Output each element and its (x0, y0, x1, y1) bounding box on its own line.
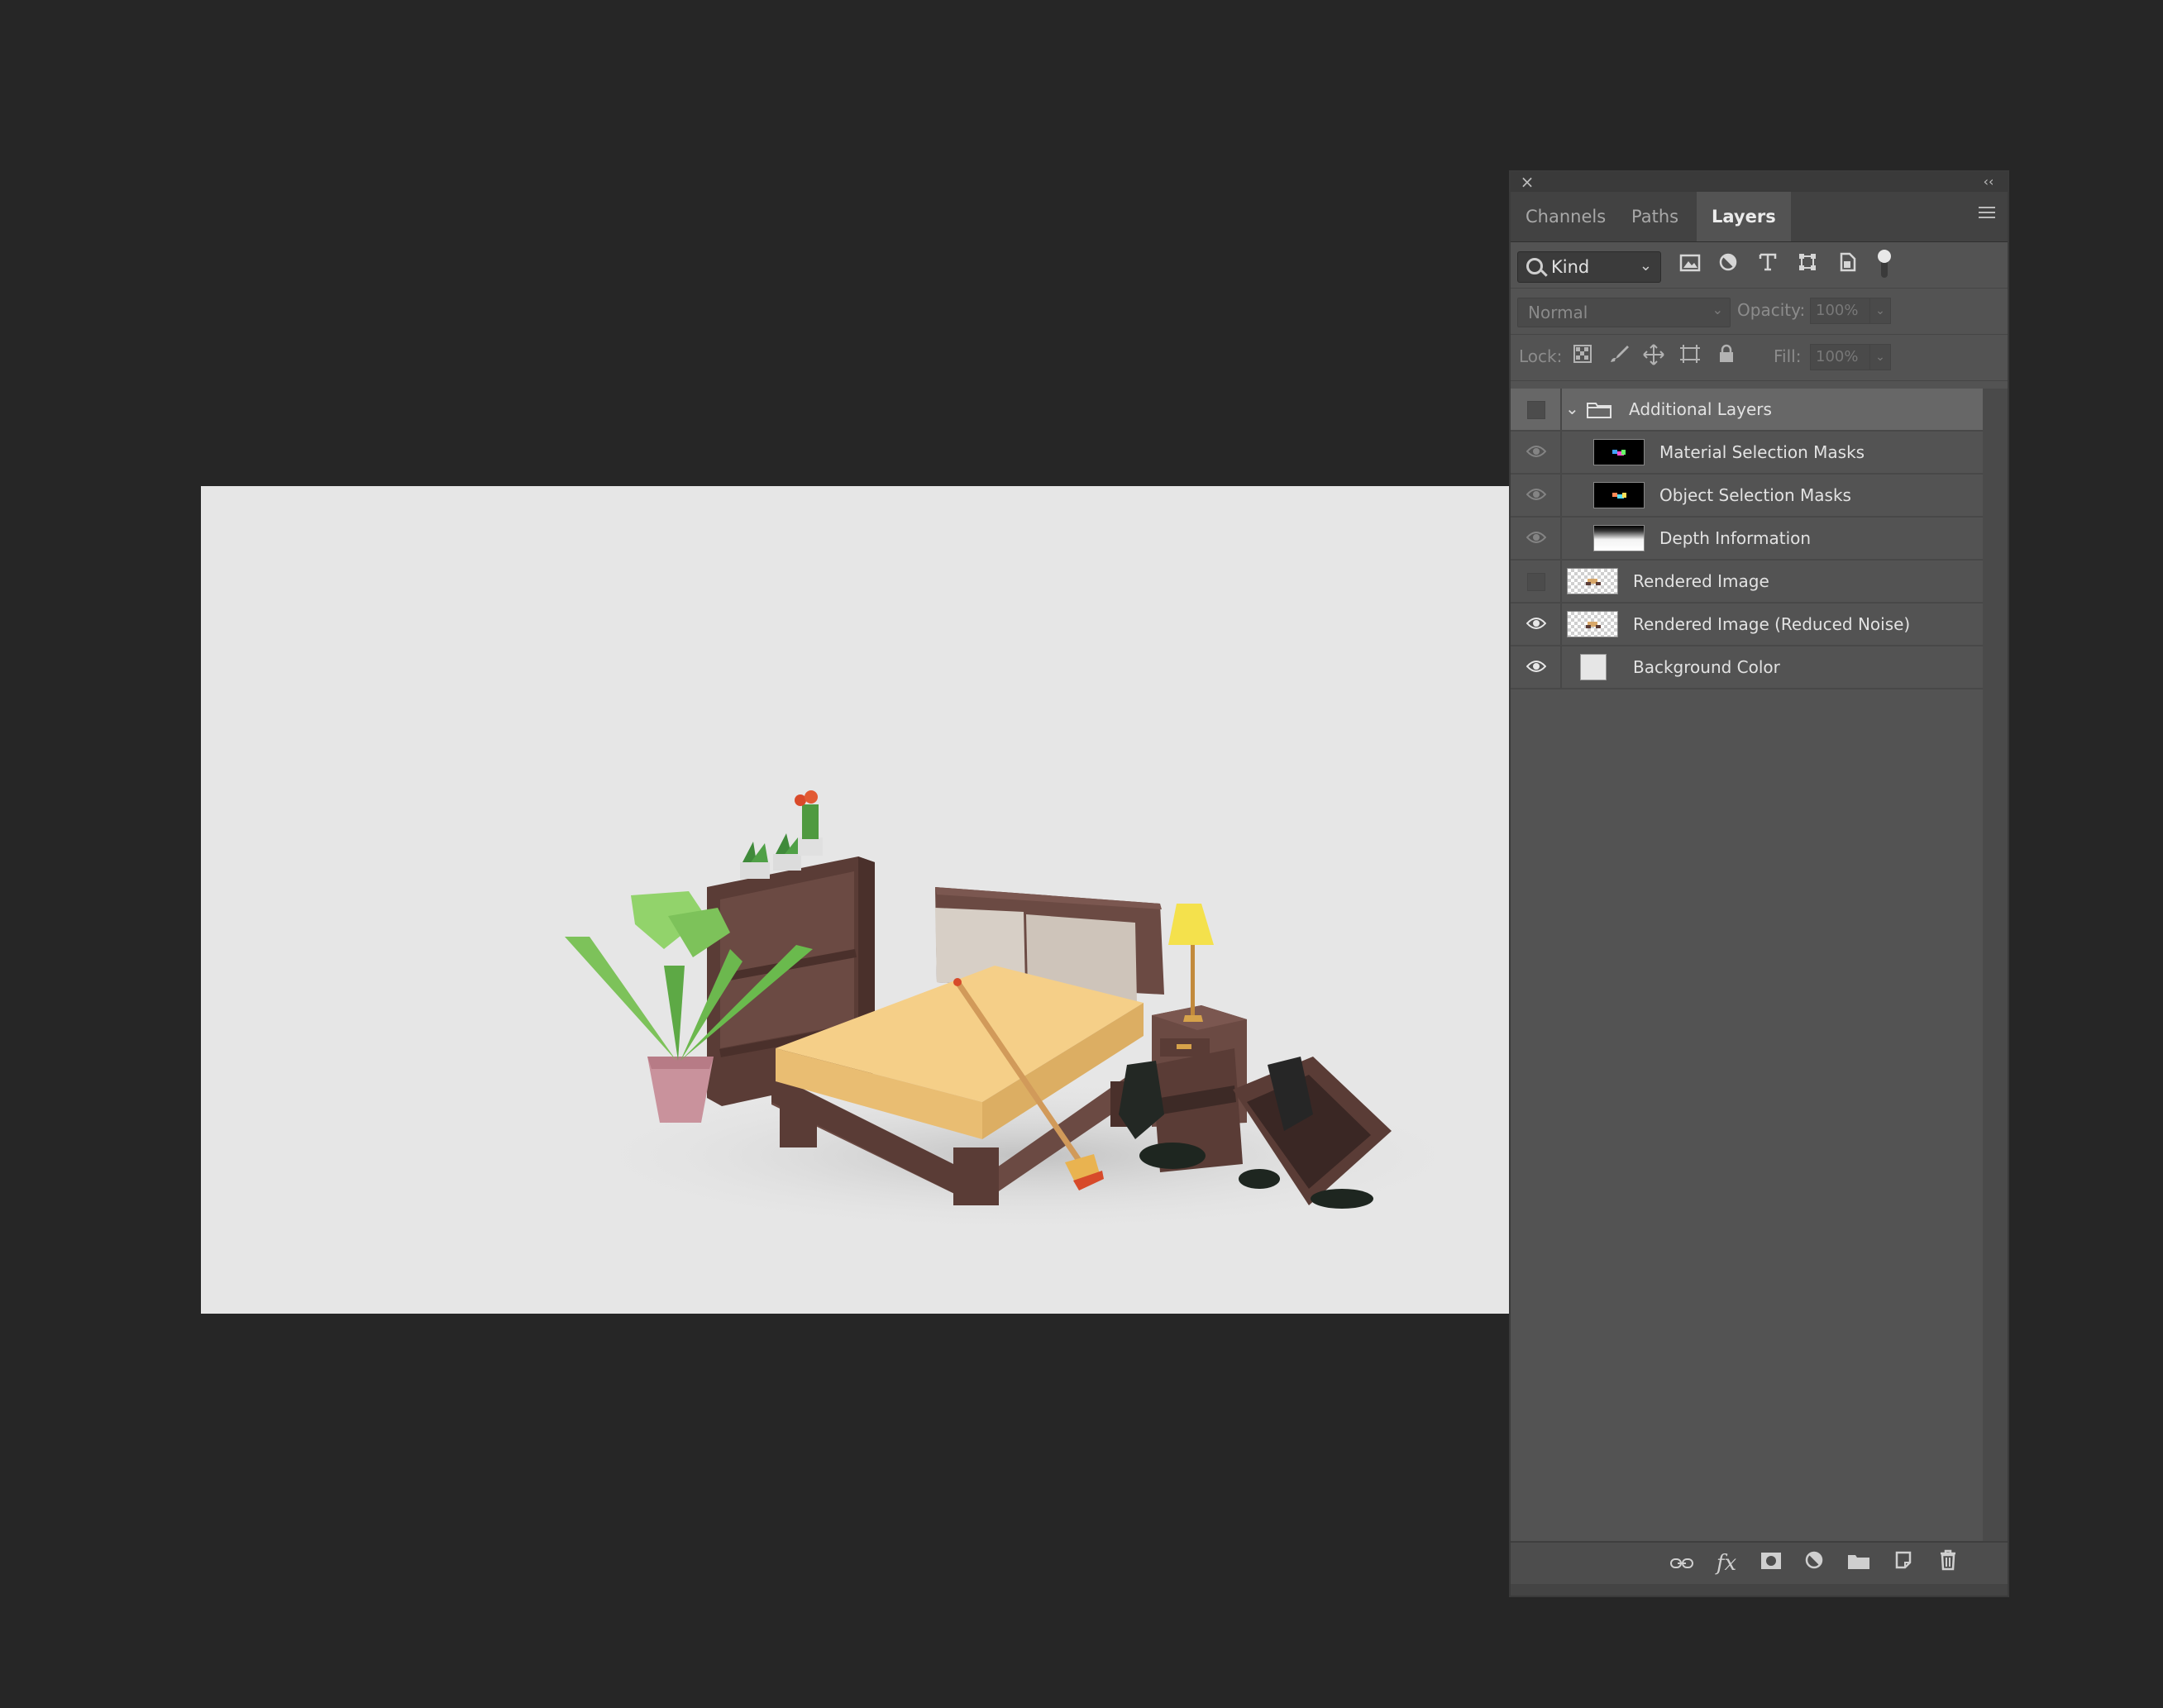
layer-thumbnail (1593, 439, 1645, 465)
layer-row-rendered-image[interactable]: Rendered Image (1511, 561, 1983, 604)
chevron-down-icon: ⌄ (1712, 302, 1723, 317)
eye-icon (1526, 532, 1546, 543)
lock-all-icon[interactable] (1714, 344, 1739, 369)
visibility-toggle[interactable] (1511, 518, 1562, 559)
layer-name: Material Selection Masks (1659, 442, 1865, 462)
filter-toggle-switch[interactable] (1878, 250, 1891, 279)
lock-row: Lock: Fill: 100% ⌄ (1511, 334, 2008, 381)
blend-mode-label: Normal (1528, 303, 1588, 322)
fill-label: Fill: (1774, 346, 1802, 366)
tab-paths[interactable]: Paths (1616, 192, 1693, 241)
fill-chevron-icon[interactable]: ⌄ (1869, 344, 1891, 370)
panel-menu-icon[interactable] (1974, 203, 1999, 228)
layer-row-material-selection-masks[interactable]: Material Selection Masks (1511, 432, 1983, 475)
visibility-toggle[interactable] (1511, 432, 1562, 473)
eye-icon (1526, 446, 1546, 457)
rendered-scene (565, 790, 1491, 1234)
close-panel-icon[interactable]: × (1517, 172, 1537, 192)
folder-icon (1587, 403, 1612, 418)
fill-field[interactable]: 100% (1810, 344, 1871, 370)
panel-title-bar[interactable]: × ‹‹ (1511, 172, 2008, 192)
layer-thumbnail (1567, 611, 1618, 637)
lock-transparent-icon[interactable] (1570, 344, 1595, 369)
chevron-down-icon[interactable]: ⌄ (1565, 398, 1579, 418)
lock-position-icon[interactable] (1641, 344, 1666, 369)
adjustment-layer-icon[interactable] (1800, 1549, 1828, 1577)
smart-object-filter-icon[interactable] (1833, 251, 1861, 279)
fx-icon[interactable]: fx (1712, 1549, 1740, 1577)
lock-image-icon[interactable] (1607, 344, 1631, 369)
panel-resize-handle[interactable] (1511, 1584, 2008, 1596)
layers-panel: × ‹‹ Channels Paths Layers Kind ⌄ Normal… (1511, 172, 2008, 1596)
filter-kind-label: Kind (1551, 257, 1590, 277)
visibility-toggle[interactable] (1511, 646, 1562, 688)
opacity-chevron-icon[interactable]: ⌄ (1869, 298, 1891, 324)
layer-row-object-selection-masks[interactable]: Object Selection Masks (1511, 475, 1983, 518)
tab-channels[interactable]: Channels (1511, 192, 1621, 241)
layer-name: Object Selection Masks (1659, 485, 1851, 505)
lock-label: Lock: (1519, 346, 1563, 366)
search-icon (1526, 258, 1543, 274)
delete-layer-icon[interactable] (1934, 1549, 1962, 1577)
opacity-label: Opacity: (1737, 300, 1806, 320)
new-layer-icon[interactable] (1889, 1549, 1917, 1577)
panel-tab-bar: Channels Paths Layers (1511, 192, 2008, 242)
filter-kind-select[interactable]: Kind ⌄ (1517, 251, 1661, 283)
blend-mode-select[interactable]: Normal ⌄ (1517, 298, 1731, 327)
add-mask-icon[interactable] (1757, 1549, 1785, 1577)
tab-layers[interactable]: Layers (1697, 192, 1791, 241)
layer-thumbnail (1593, 525, 1645, 551)
layer-row-background-color[interactable]: Background Color (1511, 646, 1983, 689)
layers-bottom-toolbar: fx (1511, 1541, 2008, 1584)
layer-name: Rendered Image (Reduced Noise) (1633, 614, 1911, 634)
layer-thumbnail (1593, 482, 1645, 508)
shape-filter-icon[interactable] (1793, 251, 1822, 279)
layer-name: Additional Layers (1629, 399, 1772, 419)
document-canvas[interactable] (201, 486, 1511, 1314)
collapse-panel-icon[interactable]: ‹‹ (1976, 172, 2001, 192)
layer-row-rendered-image-reduced-noise[interactable]: Rendered Image (Reduced Noise) (1511, 604, 1983, 646)
visibility-toggle[interactable] (1511, 561, 1562, 602)
layer-filter-row: Kind ⌄ (1511, 241, 2008, 289)
hidden-visibility-box (1527, 573, 1545, 591)
blend-mode-row: Normal ⌄ Opacity: 100% ⌄ (1511, 288, 2008, 335)
layer-thumbnail (1580, 654, 1607, 680)
visibility-toggle[interactable] (1511, 475, 1562, 516)
layer-name: Rendered Image (1633, 571, 1769, 591)
new-group-icon[interactable] (1845, 1549, 1873, 1577)
eye-icon (1526, 618, 1546, 629)
eye-icon (1526, 661, 1546, 672)
eye-icon (1526, 489, 1546, 500)
layer-row-depth-information[interactable]: Depth Information (1511, 518, 1983, 561)
hidden-visibility-box (1527, 401, 1545, 419)
type-filter-icon[interactable] (1754, 251, 1782, 279)
visibility-toggle[interactable] (1511, 604, 1562, 645)
layer-thumbnail (1567, 568, 1618, 594)
layer-row-additional-layers[interactable]: ⌄ Additional Layers (1511, 389, 1983, 432)
lock-artboard-icon[interactable] (1678, 344, 1702, 369)
link-layers-icon[interactable] (1668, 1549, 1696, 1577)
visibility-toggle[interactable] (1511, 389, 1562, 430)
shelf-plants (740, 790, 823, 879)
layer-list-scrollbar[interactable] (1983, 389, 2008, 1546)
opacity-field[interactable]: 100% (1810, 298, 1871, 324)
layer-name: Background Color (1633, 657, 1780, 677)
layer-name: Depth Information (1659, 528, 1812, 548)
chevron-down-icon: ⌄ (1639, 257, 1652, 274)
image-filter-icon[interactable] (1676, 251, 1704, 279)
adjustment-filter-icon[interactable] (1714, 251, 1742, 279)
